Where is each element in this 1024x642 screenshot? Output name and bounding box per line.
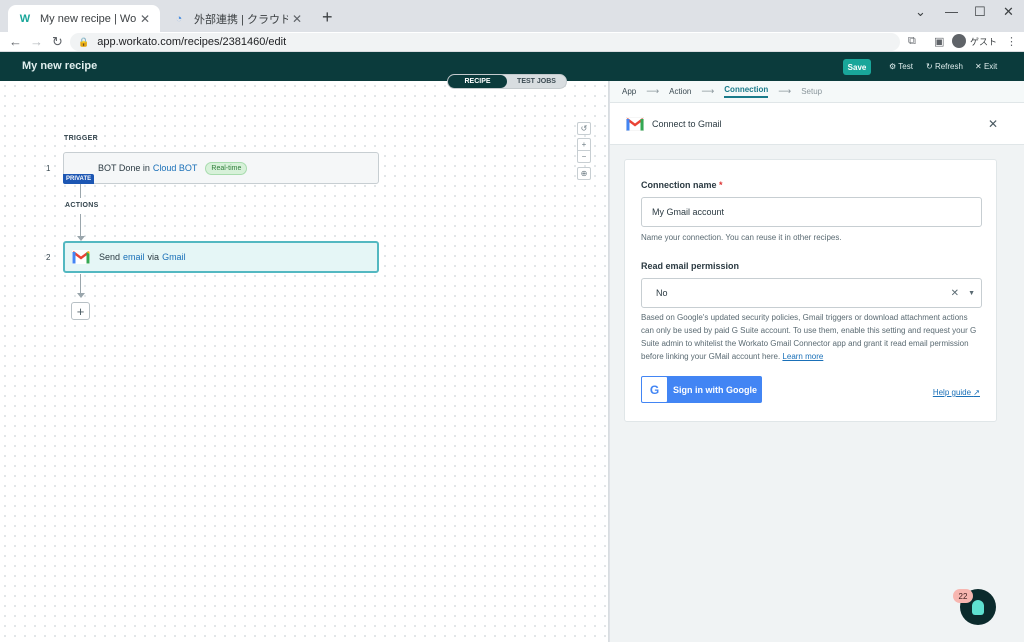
help-guide-link[interactable]: Help guide ↗ (933, 388, 980, 397)
private-badge: PRIVATE (63, 174, 95, 184)
chevron-down-icon[interactable]: ⌄ (915, 4, 926, 20)
tab-title: 外部連携 | クラウドBOT (194, 13, 288, 26)
chevron-down-icon[interactable]: ▼ (968, 290, 975, 297)
tab-workato[interactable]: W My new recipe | Workato ✕ (8, 5, 160, 32)
maximize-icon[interactable]: ☐ (974, 4, 986, 20)
reset-zoom-icon[interactable]: ↺ (577, 122, 591, 135)
crumb-app[interactable]: App (622, 87, 636, 96)
connection-form: Connection name * My Gmail account Name … (624, 159, 997, 422)
crumb-action[interactable]: Action (669, 87, 691, 96)
google-button-label: Sign in with Google (673, 384, 757, 395)
menu-icon[interactable]: ⋮ (1006, 35, 1017, 48)
sidepanel-icon[interactable]: ▣ (934, 35, 944, 48)
connection-name-hint: Name your connection. You can reuse it i… (641, 233, 842, 242)
address-bar: ← → ↻ 🔒 app.workato.com/recipes/2381460/… (0, 32, 1024, 52)
tab-test-jobs[interactable]: TEST JOBS (507, 78, 566, 85)
action-verb: Send (99, 252, 121, 262)
close-icon[interactable]: ✕ (988, 117, 998, 131)
arrow-right-icon: ⟶ (778, 86, 792, 96)
guest-label: ゲスト (970, 36, 998, 47)
learn-more-link[interactable]: Learn more (782, 352, 823, 361)
step-number: 2 (46, 253, 51, 262)
tab-cloudbot[interactable]: ◔ 外部連携 | クラウドBOT ✕ (162, 5, 312, 32)
trigger-step-card[interactable]: BOT Done in Cloud BOT Real-time PRIVATE (63, 152, 379, 184)
workato-favicon-icon: W (19, 12, 31, 25)
browser-tabbar: W My new recipe | Workato ✕ ◔ 外部連携 | クラウ… (0, 0, 1024, 32)
trigger-app-link[interactable]: Cloud BOT (153, 163, 198, 173)
zoom-out-icon[interactable]: − (577, 150, 591, 163)
sign-in-google-button[interactable]: G Sign in with Google (641, 376, 762, 403)
external-link-icon: ↗ (973, 388, 980, 397)
realtime-badge: Real-time (205, 161, 248, 175)
step-config-panel: App ⟶ Action ⟶ Connection ⟶ Setup Connec… (610, 81, 1024, 642)
actions-label: ACTIONS (65, 202, 99, 209)
action-via: via (147, 252, 160, 262)
connector-line (80, 274, 81, 294)
lock-icon: 🔒 (78, 36, 90, 47)
crumb-setup[interactable]: Setup (801, 87, 822, 96)
trigger-label: TRIGGER (64, 135, 98, 142)
recipe-canvas[interactable]: RECIPE TEST JOBS TRIGGER 1 BOT Done in C… (0, 74, 609, 642)
crumb-connection[interactable]: Connection (724, 85, 769, 98)
minimize-icon[interactable]: — (945, 4, 958, 19)
url-input[interactable]: 🔒 app.workato.com/recipes/2381460/edit (70, 33, 900, 51)
reload-icon[interactable]: ↻ (52, 34, 63, 50)
add-step-button[interactable]: + (71, 302, 90, 320)
arrow-right-icon: ⟶ (646, 86, 660, 96)
connection-name-input[interactable]: My Gmail account (641, 197, 982, 227)
exit-label: Exit (983, 62, 998, 71)
action-object-link[interactable]: email (123, 252, 145, 262)
connection-name-label: Connection name * (641, 180, 723, 190)
refresh-button[interactable]: ↻ Refresh (926, 62, 963, 71)
action-app-link[interactable]: Gmail (162, 252, 186, 262)
new-tab-icon[interactable]: + (322, 7, 333, 28)
profile-button[interactable]: ゲスト (952, 34, 997, 48)
view-toggle[interactable]: RECIPE TEST JOBS (447, 74, 567, 89)
forward-icon[interactable]: → (30, 34, 43, 49)
close-window-icon[interactable]: ✕ (1003, 4, 1014, 20)
gmail-icon (72, 250, 90, 264)
url-text: app.workato.com/recipes/2381460/edit (97, 36, 287, 48)
select-value: No (656, 288, 668, 298)
save-button[interactable]: Save (843, 59, 871, 75)
panel-header: Connect to Gmail ✕ (610, 103, 1024, 145)
notification-badge: 22 (953, 589, 973, 603)
recipe-name[interactable]: My new recipe (22, 60, 97, 72)
trigger-prefix: BOT Done in (98, 163, 150, 173)
required-marker: * (719, 180, 723, 190)
lightbulb-icon (972, 599, 984, 615)
exit-button[interactable]: ✕ Exit (975, 62, 997, 71)
connector-line (80, 214, 81, 238)
clear-icon[interactable]: ✕ (951, 288, 959, 299)
help-guide-label: Help guide (932, 388, 972, 397)
panel-title: Connect to Gmail (652, 118, 722, 129)
avatar (952, 34, 966, 48)
back-icon[interactable]: ← (9, 34, 22, 49)
arrow-down-icon (77, 293, 85, 298)
tab-recipe[interactable]: RECIPE (448, 75, 507, 88)
tab-title: My new recipe | Workato (40, 12, 136, 25)
close-icon[interactable]: ✕ (292, 12, 302, 26)
fit-view-icon[interactable]: ⊕ (577, 167, 591, 180)
permission-hint: Based on Google's updated security polic… (641, 311, 981, 363)
google-icon: G (642, 377, 667, 402)
wizard-breadcrumb: App ⟶ Action ⟶ Connection ⟶ Setup (610, 81, 1024, 103)
test-button[interactable]: ⚙ Test (889, 62, 913, 71)
translate-icon[interactable]: ⧉ (908, 35, 916, 48)
step-number: 1 (46, 164, 51, 173)
refresh-label: Refresh (934, 62, 963, 71)
read-permission-label: Read email permission (641, 261, 740, 271)
test-label: Test (898, 62, 913, 71)
close-icon[interactable]: ✕ (140, 12, 150, 26)
gmail-icon (626, 116, 644, 131)
input-value: My Gmail account (652, 207, 725, 217)
cloudbot-favicon-icon: ◔ (175, 12, 183, 25)
read-permission-select[interactable]: No ✕ ▼ (641, 278, 982, 308)
action-step-card[interactable]: Send email via Gmail (63, 241, 379, 273)
connector-line (80, 184, 81, 198)
label-text: Connection name (641, 180, 717, 190)
arrow-right-icon: ⟶ (701, 86, 715, 96)
